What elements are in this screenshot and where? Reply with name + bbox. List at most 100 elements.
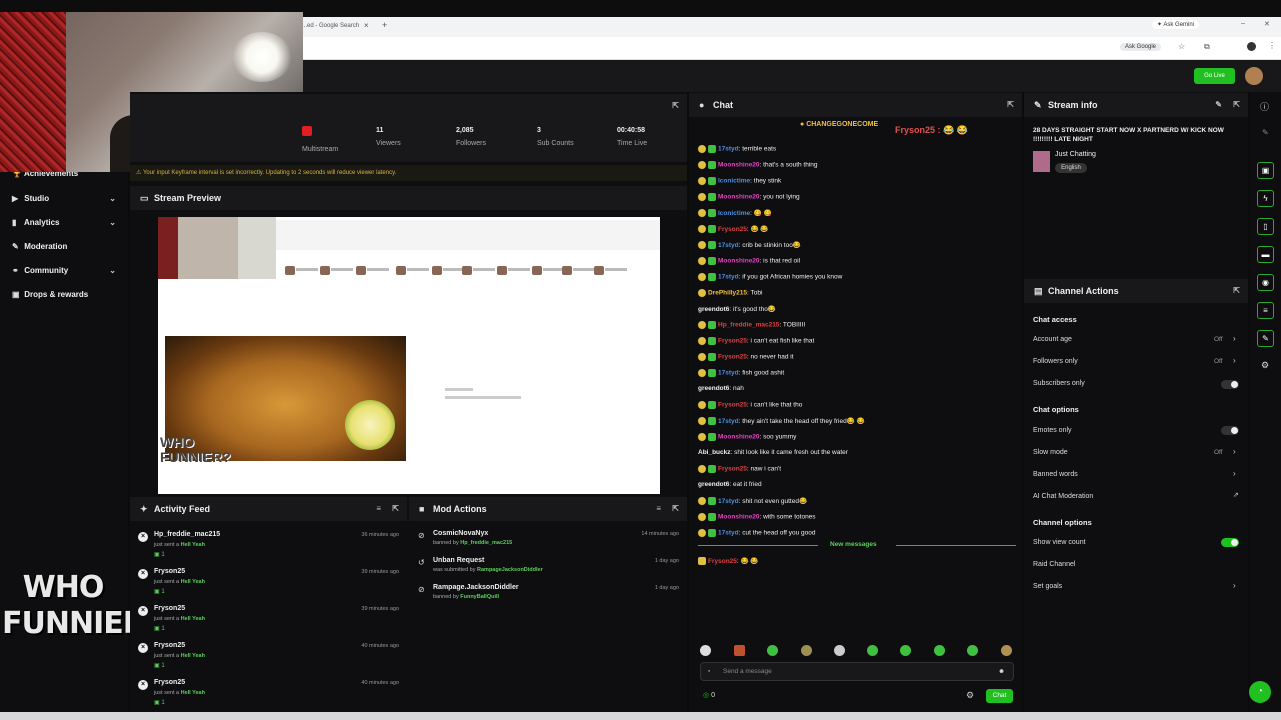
filter-icon[interactable]: ≡	[656, 497, 661, 521]
popout-icon[interactable]: ⇱	[1007, 93, 1014, 117]
close-window-icon[interactable]: ✕	[1264, 20, 1270, 28]
chevron-right-icon[interactable]: ›	[1233, 469, 1236, 478]
emoji-icon[interactable]: ☻	[998, 663, 1005, 681]
pinned-message[interactable]: ● CHANGEGONECOME	[800, 121, 878, 128]
followers-only-label[interactable]: Followers only	[1033, 358, 1078, 365]
chat-message[interactable]: Fryson25: i can't eat fish like that	[698, 337, 814, 345]
chat-message[interactable]: 17styd: they ain't take the head off the…	[698, 417, 865, 426]
chat-input[interactable]: ▪ Send a message ☻	[700, 662, 1014, 681]
chat-message[interactable]: greendot6: it's good tho😂	[698, 305, 776, 313]
chevron-right-icon[interactable]: ›	[1233, 447, 1236, 456]
slow-mode-label[interactable]: Slow mode	[1033, 449, 1068, 456]
chat-username[interactable]: Hp_freddie_mac215	[718, 322, 779, 329]
help-chat-button[interactable]: ◔	[1249, 681, 1271, 703]
chat-username[interactable]: Fryson25	[718, 402, 747, 409]
chat-message[interactable]: Moonshine20: with some totones	[698, 513, 816, 521]
raid-channel-label[interactable]: Raid Channel	[1033, 561, 1075, 568]
chat-username[interactable]: Moonshine20	[718, 514, 760, 521]
wrench-icon[interactable]: ✎	[1257, 330, 1274, 347]
chevron-right-icon[interactable]: ›	[1233, 356, 1236, 365]
emote-icon[interactable]	[934, 645, 945, 656]
chat-message[interactable]: Fryson25: 😂 😂	[698, 225, 769, 234]
sidebar-item-moderation[interactable]: ✎ Moderation	[12, 242, 67, 251]
sidebar-item-analytics[interactable]: ▮ Analytics ⌄	[12, 218, 116, 227]
chat-message[interactable]: Iconictime: they stink	[698, 177, 781, 185]
chat-username[interactable]: 17styd	[718, 242, 739, 249]
chat-message[interactable]: Moonshine20: soo yummy	[698, 433, 796, 441]
popout-icon[interactable]: ⇱	[1233, 279, 1240, 303]
chat-message[interactable]: Moonshine20: you not lying	[698, 193, 800, 201]
chat-username[interactable]: 17styd	[718, 274, 739, 281]
chat-username[interactable]: 17styd	[718, 498, 739, 505]
list-item[interactable]: ⊘ CosmicNovaNyx banned by Hp_freddie_mac21…	[409, 529, 687, 556]
emote-icon[interactable]	[700, 645, 711, 656]
chat-message[interactable]: 17styd: terrible eats	[698, 145, 776, 153]
chat-username[interactable]: Iconictime	[718, 210, 750, 217]
sidebar-item-studio[interactable]: ▶ Studio ⌄	[12, 194, 116, 203]
chat-username[interactable]: Moonshine20	[718, 434, 760, 441]
info-icon[interactable]: ⓘ	[1260, 100, 1269, 113]
sidebar-item-drops[interactable]: ▣ Drops & rewards	[12, 290, 88, 299]
ask-gemini-button[interactable]: ✦ Ask Gemini	[1152, 20, 1200, 29]
document-icon[interactable]: ▯	[1257, 218, 1274, 235]
chat-username[interactable]: Moonshine20	[718, 258, 760, 265]
chat-username[interactable]: DrePhilly215	[708, 290, 747, 297]
chat-username[interactable]: Abi_buckz	[698, 449, 731, 456]
chat-message[interactable]: greendot6: nah	[698, 385, 744, 392]
emote-icon[interactable]	[801, 645, 812, 656]
chat-username[interactable]: Fryson25	[718, 354, 747, 361]
chat-message[interactable]: 17styd: if you got African homies you kn…	[698, 273, 842, 281]
chat-username[interactable]: Fryson25	[718, 466, 747, 473]
popout-icon[interactable]: ⇱	[392, 497, 399, 521]
chevron-right-icon[interactable]: ›	[1233, 581, 1236, 590]
filter-icon[interactable]: ≡	[376, 497, 381, 521]
chat-username[interactable]: greendot6	[698, 481, 729, 488]
menu-dots-icon[interactable]: ⋮	[1268, 41, 1276, 50]
close-tab-icon[interactable]: ×	[364, 21, 369, 30]
chat-message[interactable]: Fryson25: naw i can't	[698, 465, 781, 473]
list-item[interactable]: × Fryson25 just sent a Hell Yeah ▣ 1 40 minu…	[130, 640, 407, 677]
close-icon[interactable]: ×	[138, 569, 148, 579]
settings-gear-icon[interactable]: ⚙	[966, 690, 974, 701]
chat-message[interactable]: Iconictime: 😋 😋	[698, 209, 772, 218]
list-item[interactable]: × Fryson25 just sent a Hell Yeah ▣ 1 39 minu…	[130, 566, 407, 603]
external-link-icon[interactable]: ⇗	[1233, 491, 1239, 499]
chat-username[interactable]: 17styd	[718, 530, 739, 537]
close-icon[interactable]: ×	[138, 532, 148, 542]
avatar[interactable]	[1245, 67, 1263, 85]
address-bar[interactable]: Ask Google ☆ ⧉ ⋮	[300, 37, 1281, 60]
edit-pencil-icon[interactable]: ✎	[1215, 93, 1222, 117]
points-display[interactable]: ◎ 0	[703, 691, 715, 699]
extensions-icon[interactable]: ⧉	[1204, 42, 1210, 52]
chat-send-button[interactable]: Chat	[986, 689, 1013, 703]
emote-icon[interactable]	[734, 645, 745, 656]
emote-icon[interactable]	[834, 645, 845, 656]
ai-moderation-label[interactable]: AI Chat Moderation	[1033, 493, 1093, 500]
chevron-right-icon[interactable]: ›	[1233, 334, 1236, 343]
chat-message[interactable]: Hp_freddie_mac215: TOBIIIII	[698, 321, 805, 329]
bookmark-star-icon[interactable]: ☆	[1178, 42, 1185, 51]
set-goals-label[interactable]: Set goals	[1033, 583, 1062, 590]
minimize-icon[interactable]: –	[1241, 20, 1245, 27]
chat-message[interactable]: 17styd: cut the head off you good	[698, 529, 815, 537]
chat-message[interactable]: Fryson25: no never had it	[698, 353, 794, 361]
emote-icon[interactable]	[967, 645, 978, 656]
chat-username[interactable]: Fryson25	[708, 558, 737, 565]
popout-icon[interactable]: ⇱	[1233, 93, 1240, 117]
panel-toggle-icon[interactable]: ▣	[1257, 162, 1274, 179]
list-item[interactable]: × Fryson25 just sent a Hell Yeah ▣ 1 39 minu…	[130, 603, 407, 640]
chat-username[interactable]: 17styd	[718, 370, 739, 377]
bolt-icon[interactable]: ϟ	[1257, 190, 1274, 207]
settings-icon[interactable]: ⚙	[1261, 360, 1269, 371]
chat-message[interactable]: DrePhilly215: Tobi	[698, 289, 762, 297]
chat-username[interactable]: 17styd	[718, 146, 739, 153]
chat-username[interactable]: Iconictime	[718, 178, 750, 185]
close-icon[interactable]: ×	[138, 680, 148, 690]
chat-message[interactable]: Abi_buckz: shit look like it came fresh …	[698, 449, 848, 456]
chat-username[interactable]: Moonshine20	[718, 162, 760, 169]
list-item[interactable]: ↺ Unban Request was submitted by RampageJa…	[409, 556, 687, 583]
go-live-button[interactable]: Go Live	[1194, 68, 1235, 84]
chat-message[interactable]: Moonshine20: that's a south thing	[698, 161, 818, 169]
browser-tab-title[interactable]: ...ed - Google Search	[302, 23, 359, 29]
close-icon[interactable]: ×	[138, 606, 148, 616]
